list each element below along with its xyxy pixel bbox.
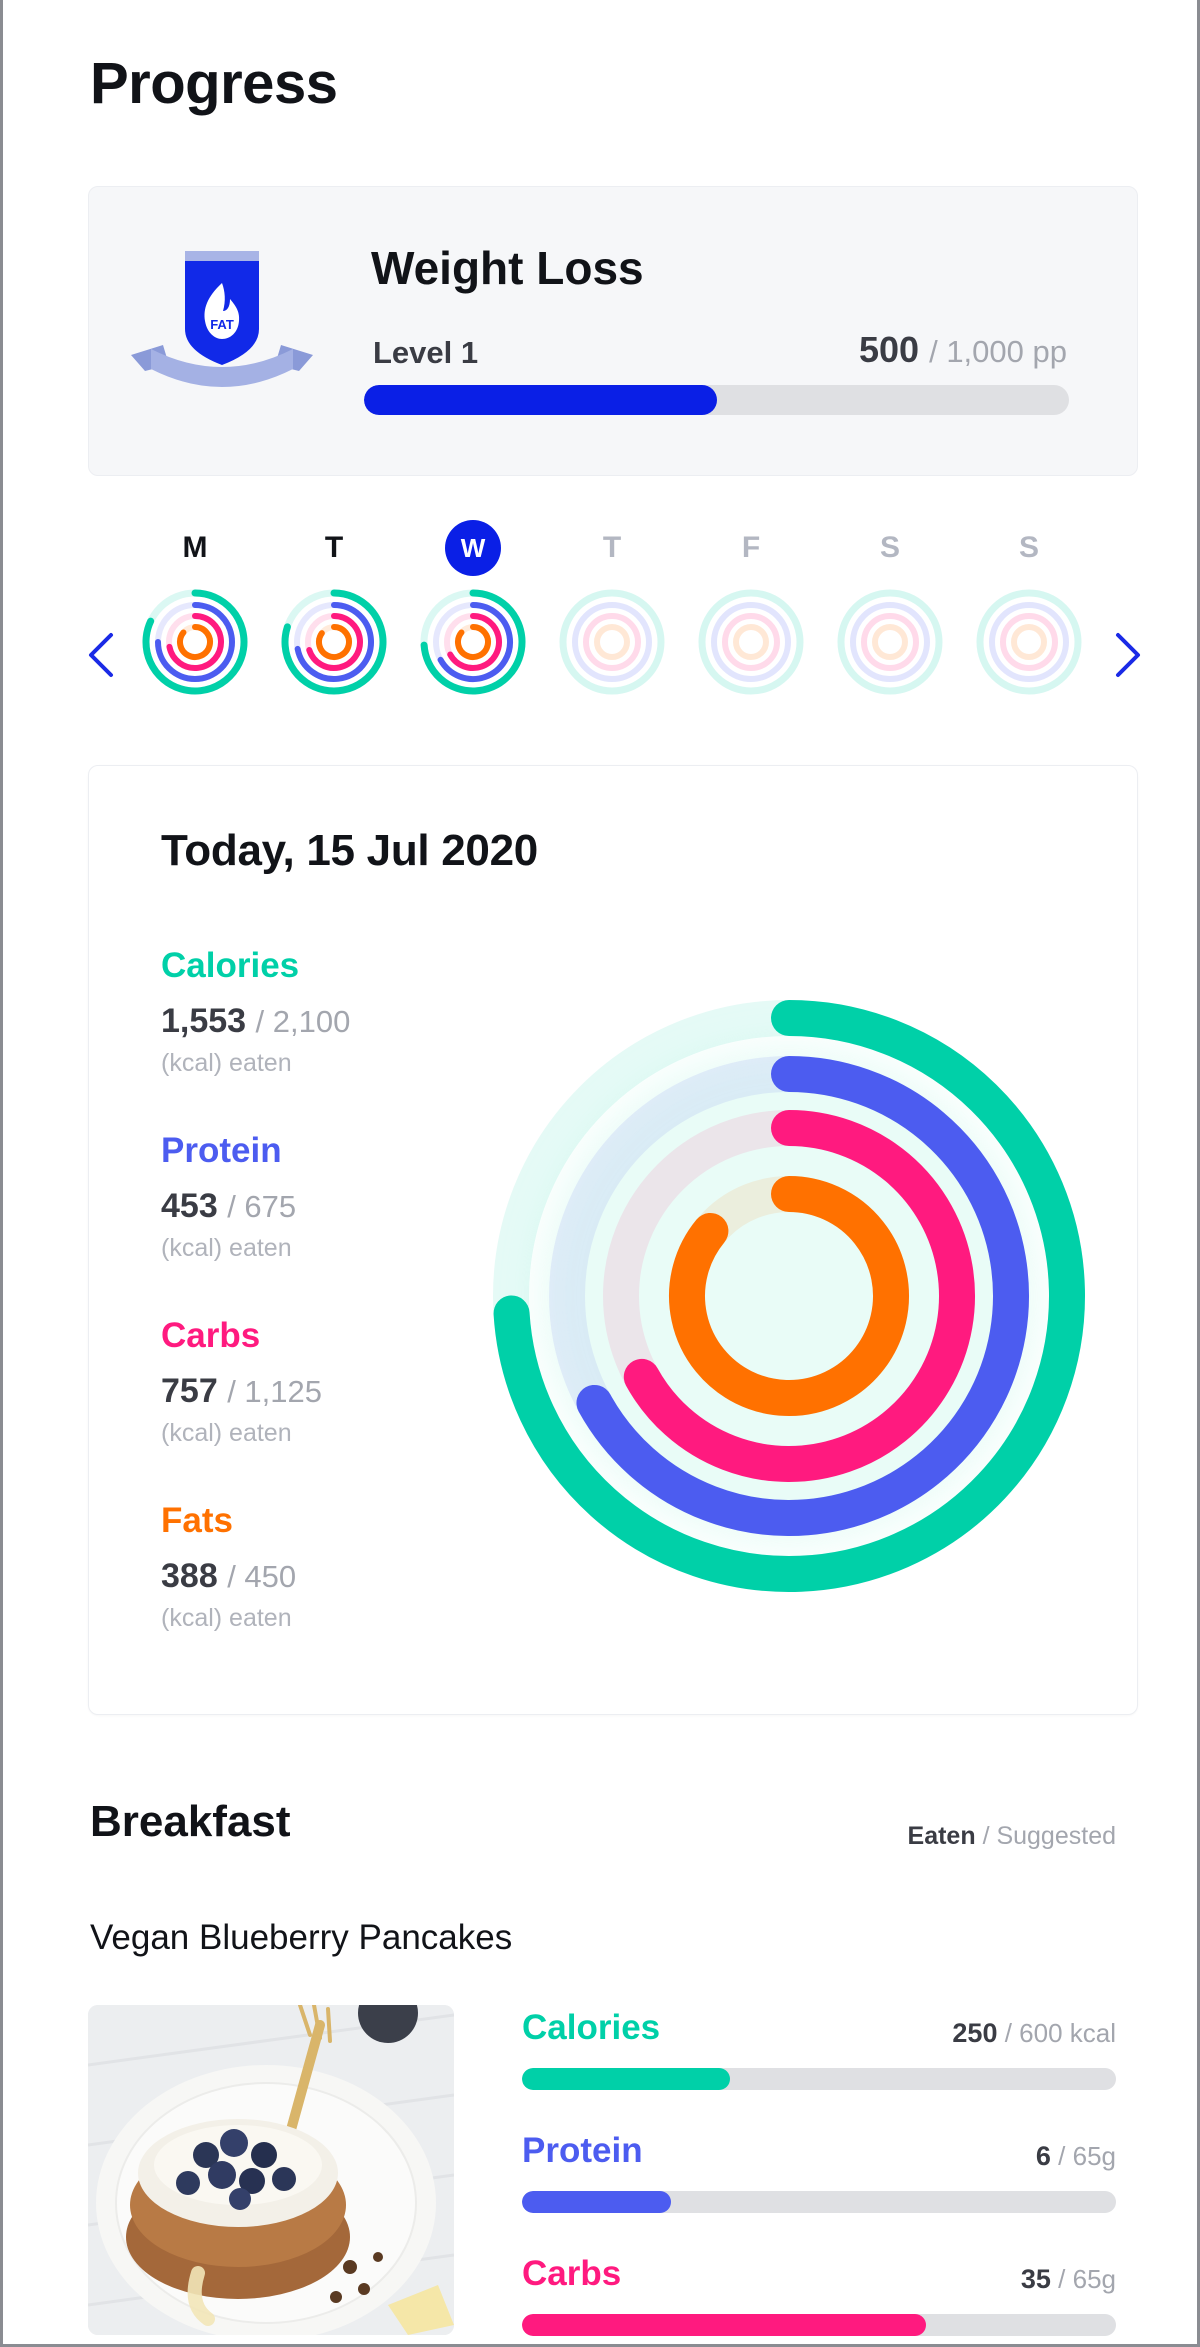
macro-goal: / 65g <box>1058 2264 1116 2294</box>
goal-points-total: / 1,000 pp <box>929 334 1067 369</box>
summary-date: Today, 15 Jul 2020 <box>161 826 538 875</box>
goal-progress-fill <box>364 385 717 415</box>
meal-title: Breakfast <box>90 1797 291 1846</box>
goal-points: 500 / 1,000 pp <box>859 329 1067 371</box>
day-3[interactable]: T <box>552 520 672 720</box>
day-ring-arc-fats <box>316 624 352 660</box>
stat-unit: (kcal) eaten <box>161 1049 292 1077</box>
day-2[interactable]: W <box>413 520 533 720</box>
macro-bar-fill <box>522 2068 730 2090</box>
day-rings-icon <box>420 589 526 695</box>
day-ring-arc-fats <box>177 624 213 660</box>
chevron-right-icon[interactable] <box>1102 625 1152 685</box>
week-selector: MTWTFSS <box>0 520 1200 720</box>
goal-card[interactable]: FAT Weight Loss Level 1 500 / 1,000 pp <box>88 186 1138 476</box>
stat-values: 1,553 / 2,100 <box>161 1002 401 1041</box>
goal-title: Weight Loss <box>371 242 644 294</box>
stat-unit: (kcal) eaten <box>161 1234 292 1262</box>
daily-summary-card: Today, 15 Jul 2020 Calories 1,553 / 2,10… <box>88 765 1138 1715</box>
stat-name: Calories <box>161 946 300 985</box>
stat-goal: / 675 <box>227 1189 297 1224</box>
stat-protein: Protein 453 / 675 (kcal) eaten <box>161 1131 401 1263</box>
macro-calories: Calories 250 / 600 kcal <box>522 2008 1116 2090</box>
day-ring-track-carbs <box>1000 613 1058 671</box>
macro-bar-fill <box>522 2314 926 2336</box>
macro-bar <box>522 2314 1116 2336</box>
day-ring-track-fats <box>872 624 908 660</box>
stat-fats: Fats 388 / 450 (kcal) eaten <box>161 1501 401 1633</box>
macro-protein: Protein 6 / 65g <box>522 2131 1116 2213</box>
day-label: S <box>1018 531 1039 564</box>
legend-suggested: / Suggested <box>982 1822 1116 1850</box>
stat-values: 757 / 1,125 <box>161 1372 401 1411</box>
pancake-image-icon <box>88 2005 454 2335</box>
day-ring-track-carbs <box>861 613 919 671</box>
day-4[interactable]: F <box>691 520 811 720</box>
day-0[interactable]: M <box>135 520 255 720</box>
macro-values: 250 / 600 kcal <box>952 2018 1116 2049</box>
stat-calories: Calories 1,553 / 2,100 (kcal) eaten <box>161 946 401 1078</box>
page-title: Progress <box>90 51 338 116</box>
stat-name: Protein <box>161 1131 282 1170</box>
stat-carbs: Carbs 757 / 1,125 (kcal) eaten <box>161 1316 401 1448</box>
day-label: W <box>445 520 501 576</box>
day-label: M <box>182 531 208 564</box>
macro-name: Protein <box>522 2131 643 2170</box>
day-label: T <box>602 531 622 564</box>
day-rings-icon <box>559 589 665 695</box>
stat-unit: (kcal) eaten <box>161 1419 292 1447</box>
day-label: S <box>879 531 900 564</box>
day-rings-icon <box>698 589 804 695</box>
day-label: F <box>741 531 761 564</box>
macro-values: 35 / 65g <box>1021 2264 1116 2295</box>
macro-bar-fill <box>522 2191 671 2213</box>
day-1[interactable]: T <box>274 520 394 720</box>
macro-bar <box>522 2068 1116 2090</box>
legend-eaten: Eaten <box>907 1822 976 1850</box>
day-rings-icon <box>142 589 248 695</box>
macro-bar <box>522 2191 1116 2213</box>
day-rings-icon <box>976 589 1082 695</box>
stat-eaten: 757 <box>161 1372 218 1410</box>
day-6[interactable]: S <box>969 520 1089 720</box>
stat-goal: / 450 <box>227 1559 297 1594</box>
macro-eaten: 35 <box>1020 2264 1051 2294</box>
stat-values: 388 / 450 <box>161 1557 401 1596</box>
macro-values: 6 / 65g <box>1036 2141 1116 2172</box>
macro-carbs: Carbs 35 / 65g <box>522 2254 1116 2336</box>
nutrition-rings-chart <box>493 1000 1085 1592</box>
day-5[interactable]: S <box>830 520 950 720</box>
day-ring-track-carbs <box>722 613 780 671</box>
goal-progress-bar <box>364 385 1069 415</box>
goal-level: Level 1 <box>373 335 479 370</box>
meal-photo[interactable] <box>88 2005 454 2335</box>
badge-label: FAT <box>210 317 234 332</box>
day-ring-track-carbs <box>583 613 641 671</box>
day-ring-track-fats <box>1011 624 1047 660</box>
day-rings-icon <box>281 589 387 695</box>
stat-goal: / 1,125 <box>227 1374 322 1409</box>
day-label: T <box>324 531 344 564</box>
stat-eaten: 388 <box>161 1557 218 1595</box>
stat-goal: / 2,100 <box>255 1004 351 1039</box>
macro-goal: / 600 kcal <box>1004 2018 1116 2048</box>
stat-eaten: 453 <box>161 1187 218 1225</box>
meal-legend: Eaten / Suggested <box>908 1822 1116 1851</box>
day-rings-icon <box>837 589 943 695</box>
stat-eaten: 1,553 <box>161 1002 247 1040</box>
goal-points-current: 500 <box>859 329 920 370</box>
day-ring-track-fats <box>733 624 769 660</box>
stat-values: 453 / 675 <box>161 1187 401 1226</box>
macro-goal: / 65g <box>1058 2141 1116 2171</box>
chevron-left-icon[interactable] <box>77 625 127 685</box>
meal-name[interactable]: Vegan Blueberry Pancakes <box>90 1918 512 1958</box>
stat-name: Carbs <box>161 1316 261 1355</box>
stat-unit: (kcal) eaten <box>161 1604 292 1632</box>
macro-eaten: 250 <box>952 2018 998 2048</box>
day-ring-arc-fats <box>455 624 491 660</box>
day-ring-track-fats <box>594 624 630 660</box>
macro-eaten: 6 <box>1035 2141 1051 2171</box>
stat-name: Fats <box>161 1501 233 1540</box>
fat-burn-badge-icon: FAT <box>131 251 313 387</box>
